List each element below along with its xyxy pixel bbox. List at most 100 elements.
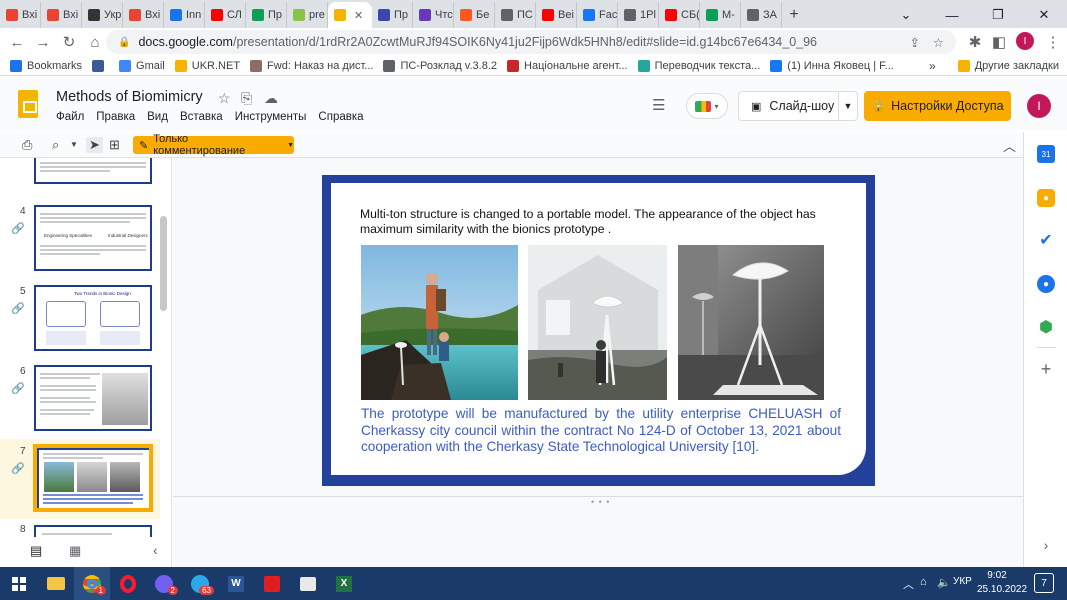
list-view-icon[interactable]: ▤	[30, 543, 42, 559]
slideshow-dropdown-icon[interactable]: ▼	[839, 101, 857, 111]
browser-tab[interactable]: Вхі	[0, 2, 41, 28]
bookmarks-overflow[interactable]: »	[929, 59, 936, 73]
side-panel-icon[interactable]: ◧	[986, 29, 1012, 55]
minimize-button[interactable]: —	[929, 2, 975, 28]
bookmark-item[interactable]: Fwd: Наказ на дист...	[250, 59, 373, 72]
select-cursor-icon[interactable]: ➤	[86, 137, 103, 153]
network-icon[interactable]: ⌂	[920, 576, 927, 588]
document-title[interactable]: Methods of Biomimicry	[56, 89, 203, 105]
browser-tab[interactable]: Inn	[164, 2, 205, 28]
browser-tab[interactable]: 1Pl	[618, 2, 659, 28]
account-avatar[interactable]: I	[1027, 94, 1051, 118]
menu-item[interactable]: Файл	[56, 111, 84, 123]
volume-icon[interactable]: 🔈	[937, 576, 951, 589]
zoom-dropdown-icon[interactable]: ▼	[70, 140, 78, 149]
menu-item[interactable]: Вид	[147, 111, 168, 123]
tray-overflow-icon[interactable]: ︿	[903, 576, 914, 592]
comment-only-mode-dropdown[interactable]: ✎ Только комментирование ▼	[133, 133, 294, 157]
menu-item[interactable]: Вставка	[180, 111, 223, 123]
telegram-icon[interactable]: 63	[182, 567, 218, 600]
slides-logo-icon[interactable]	[18, 90, 38, 118]
maps-icon[interactable]: ⬢	[1037, 318, 1055, 336]
menu-item[interactable]: Правка	[96, 111, 135, 123]
other-bookmarks[interactable]: Другие закладки	[957, 59, 1059, 72]
reload-icon[interactable]: ↻	[56, 29, 82, 55]
home-icon[interactable]: ⌂	[82, 29, 108, 55]
bookmark-star-icon[interactable]: ☆	[933, 35, 944, 50]
close-window-button[interactable]: ✕	[1021, 2, 1067, 28]
word-icon[interactable]: W	[218, 567, 254, 600]
browser-tab[interactable]: Веі	[536, 2, 577, 28]
viber-icon[interactable]: 2	[146, 567, 182, 600]
share-access-button[interactable]: 🔒 Настройки Доступа	[864, 91, 1011, 121]
browser-tab[interactable]: СЛ	[205, 2, 246, 28]
bookmark-item[interactable]: Національне агент...	[507, 59, 628, 72]
slide-thumbnail-6[interactable]	[34, 365, 152, 431]
menu-item[interactable]: Инструменты	[235, 111, 307, 123]
browser-tab[interactable]: Пр	[372, 2, 413, 28]
windows-start-icon[interactable]	[0, 567, 38, 600]
close-tab-icon[interactable]: ✕	[354, 9, 363, 22]
file-explorer-icon[interactable]	[38, 567, 74, 600]
menu-kebab-icon[interactable]: ⋮	[1040, 29, 1066, 55]
notification-center-icon[interactable]: 7	[1034, 573, 1054, 593]
collapse-filmstrip-icon[interactable]: ‹	[153, 542, 158, 558]
calendar-icon[interactable]: 31	[1037, 145, 1055, 163]
show-side-panel-icon[interactable]: ›	[1037, 536, 1055, 554]
media-player-icon[interactable]	[290, 567, 326, 600]
slide-thumbnail-3[interactable]	[34, 158, 152, 184]
collapse-menu-icon[interactable]: ︿	[1003, 136, 1016, 155]
bookmark-item[interactable]: UKR.NET	[174, 59, 240, 72]
zoom-icon[interactable]: ⌕	[52, 137, 59, 153]
browser-tab[interactable]: М-	[700, 2, 741, 28]
add-comment-icon[interactable]: ⊞	[109, 137, 120, 153]
comment-history-icon[interactable]: ☰	[652, 96, 665, 114]
bookmark-item[interactable]: Переводчик текста...	[637, 59, 760, 72]
slideshow-button[interactable]: ▣ Слайд-шоу ▼	[738, 91, 858, 121]
share-icon[interactable]: ⇪	[910, 35, 920, 50]
address-bar[interactable]: 🔒 docs.google.com/presentation/d/1rdRr2A…	[106, 30, 956, 54]
browser-tab[interactable]: СБ(	[659, 2, 700, 28]
browser-tab[interactable]: Пр	[246, 2, 287, 28]
print-icon[interactable]: ⎙	[22, 137, 32, 153]
menu-item[interactable]: Справка	[318, 111, 363, 123]
new-tab-button[interactable]: +	[782, 2, 806, 28]
language-indicator[interactable]: УКР	[953, 576, 972, 587]
browser-tab[interactable]: Вхі	[123, 2, 164, 28]
browser-tab[interactable]: ПС	[495, 2, 536, 28]
filmstrip-scrollbar[interactable]	[160, 216, 167, 311]
tasks-icon[interactable]: ✔	[1037, 231, 1055, 249]
browser-tab[interactable]: pre	[287, 2, 328, 28]
bookmark-item[interactable]	[92, 59, 109, 72]
browser-tab[interactable]: Бе	[454, 2, 495, 28]
speaker-notes-handle[interactable]: • • •	[591, 497, 610, 507]
slide-thumbnail-7[interactable]	[33, 444, 153, 512]
slide-thumbnail-8[interactable]	[34, 525, 152, 537]
browser-tab[interactable]: Чтс	[413, 2, 454, 28]
back-icon[interactable]: ←	[4, 29, 30, 55]
bookmark-item[interactable]: (1) Инна Яковец | F...	[770, 59, 894, 72]
acrobat-icon[interactable]	[254, 567, 290, 600]
move-folder-icon[interactable]: ⎘	[241, 90, 252, 107]
system-clock[interactable]: 9:02 25.10.2022	[977, 569, 1027, 597]
tab-search-icon[interactable]: ⌄	[883, 2, 929, 28]
chrome-icon[interactable]: 1	[74, 567, 110, 600]
bookmark-item[interactable]: Gmail	[119, 59, 165, 72]
get-addons-icon[interactable]: +	[1037, 359, 1055, 379]
profile-avatar[interactable]: I	[1016, 32, 1034, 50]
keep-icon[interactable]: ●	[1037, 189, 1055, 207]
browser-tab[interactable]: Вхі	[41, 2, 82, 28]
meet-button[interactable]: ▾	[686, 93, 728, 119]
slide-frame[interactable]: Multi-ton structure is changed to a port…	[322, 175, 875, 486]
browser-tab[interactable]: Fac	[577, 2, 618, 28]
star-icon[interactable]: ☆	[218, 90, 231, 107]
slide-thumbnail-5[interactable]: Two Trends in Bionic Design	[34, 285, 152, 351]
extensions-icon[interactable]: ✱	[962, 29, 988, 55]
browser-tab[interactable]: ЗА	[741, 2, 782, 28]
bookmark-item[interactable]: ПС-Розклад v.3.8.2	[383, 59, 497, 72]
browser-tab[interactable]: ✕	[328, 2, 372, 28]
restore-button[interactable]: ❐	[975, 2, 1021, 28]
browser-tab[interactable]: Укр	[82, 2, 123, 28]
forward-icon[interactable]: →	[30, 29, 56, 55]
slide-thumbnail-4[interactable]: Engineering Specialities Industrial Desi…	[34, 205, 152, 271]
